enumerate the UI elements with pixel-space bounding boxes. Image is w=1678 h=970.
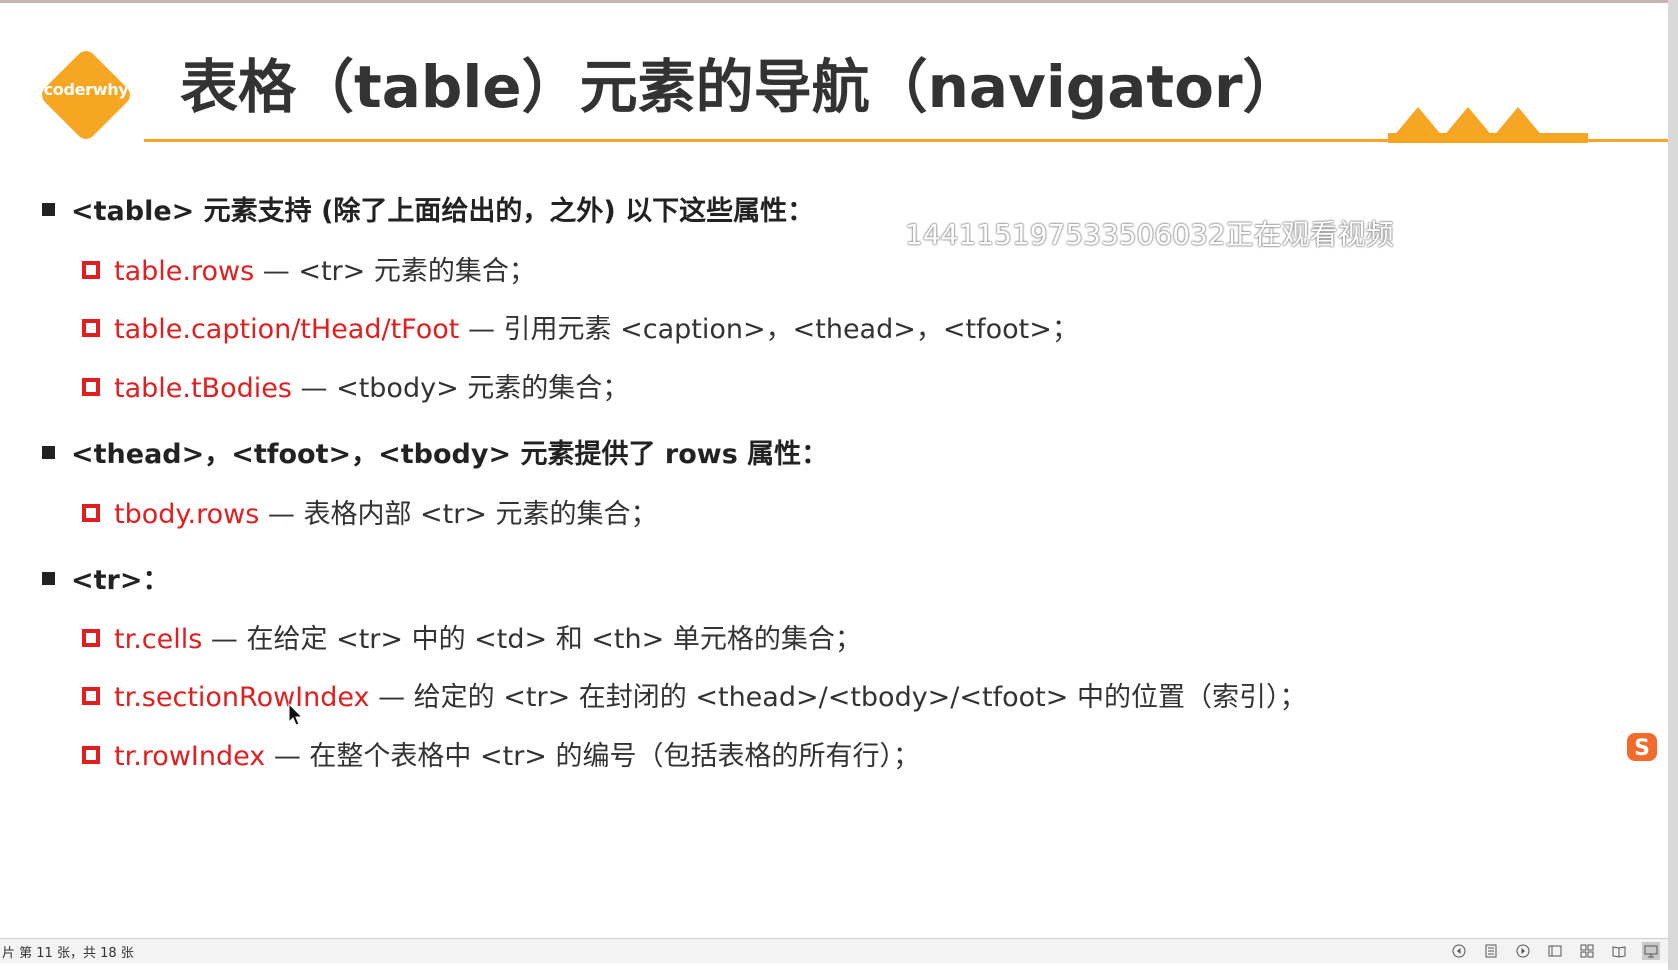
next-slide-icon[interactable] [1514,942,1532,960]
mouse-cursor-icon [288,703,304,726]
reading-view-icon[interactable] [1610,942,1628,960]
property-name: tbody.rows [114,499,260,530]
property-description: — 引用元素 <caption>，<thead>，<tfoot>； [459,314,1079,345]
sogou-ime-icon[interactable]: S [1626,731,1660,763]
list-item: table.tBodies — <tbody> 元素的集合； [82,366,629,405]
normal-view-icon[interactable] [1546,942,1564,960]
property-name: tr.rowIndex [114,741,266,772]
viewer-watermark: 144115197533506032正在观看视频 [905,218,1394,251]
status-bar: 片 第 11 张，共 18 张 [0,938,1668,963]
property-description: — 给定的 <tr> 在封闭的 <thead>/<tbody>/<tfoot> … [369,682,1307,713]
hollow-square-bullet-icon [82,318,100,337]
section-heading-text: <tr>： [71,565,170,596]
hollow-square-bullet-icon [82,377,100,396]
list-item: table.rows — <tr> 元素的集合； [82,249,536,288]
mountains-decoration-icon [1388,107,1588,143]
property-name: tr.sectionRowIndex [114,682,370,713]
coderwhy-logo: coderwhy [37,46,135,144]
section-heading: <thead>，<tfoot>，<tbody> 元素提供了 rows 属性： [42,432,828,471]
slideshow-icon[interactable] [1642,942,1660,960]
property-description: — 在给定 <tr> 中的 <td> 和 <th> 单元格的集合； [202,624,862,655]
title-underline [144,139,1668,142]
section-heading-text: <thead>，<tfoot>，<tbody> 元素提供了 rows 属性： [71,439,829,470]
slide-sorter-icon[interactable] [1578,942,1596,960]
view-controls [1450,942,1660,960]
property-description: — 表格内部 <tr> 元素的集合； [259,499,658,530]
list-item: tbody.rows — 表格内部 <tr> 元素的集合； [82,492,658,531]
list-item: table.caption/tHead/tFoot — 引用元素 <captio… [82,307,1079,346]
square-bullet-icon [42,572,55,585]
property-name: table.caption/tHead/tFoot [114,314,460,345]
notes-icon[interactable] [1482,942,1500,960]
slide-canvas: coderwhy 表格（table）元素的导航（navigator） 14411… [0,3,1668,938]
section-heading: <tr>： [42,558,169,597]
section-heading-text: <table> 元素支持 (除了上面给出的，之外) 以下这些属性： [71,196,815,227]
logo-text: coderwhy [43,80,129,99]
list-item: tr.cells — 在给定 <tr> 中的 <td> 和 <th> 单元格的集… [82,617,862,656]
window-right-edge [1668,0,1678,970]
property-description: — <tbody> 元素的集合； [291,373,630,404]
list-item: tr.sectionRowIndex — 给定的 <tr> 在封闭的 <thea… [82,675,1306,714]
property-name: table.tBodies [114,373,292,404]
hollow-square-bullet-icon [82,503,100,522]
hollow-square-bullet-icon [82,686,100,705]
list-item: tr.rowIndex — 在整个表格中 <tr> 的编号（包括表格的所有行）； [82,734,920,773]
slide-title: 表格（table）元素的导航（navigator） [180,53,1301,121]
section-heading: <table> 元素支持 (除了上面给出的，之外) 以下这些属性： [42,189,814,228]
square-bullet-icon [42,446,55,459]
property-name: table.rows [114,256,255,287]
hollow-square-bullet-icon [82,745,100,764]
hollow-square-bullet-icon [82,260,100,279]
hollow-square-bullet-icon [82,628,100,647]
property-name: tr.cells [114,624,203,655]
prev-slide-icon[interactable] [1450,942,1468,960]
property-description: — 在整个表格中 <tr> 的编号（包括表格的所有行）； [265,741,920,772]
square-bullet-icon [42,203,55,216]
property-description: — <tr> 元素的集合； [254,256,536,287]
slide-counter: 片 第 11 张，共 18 张 [2,946,134,961]
svg-text:S: S [1634,736,1650,761]
